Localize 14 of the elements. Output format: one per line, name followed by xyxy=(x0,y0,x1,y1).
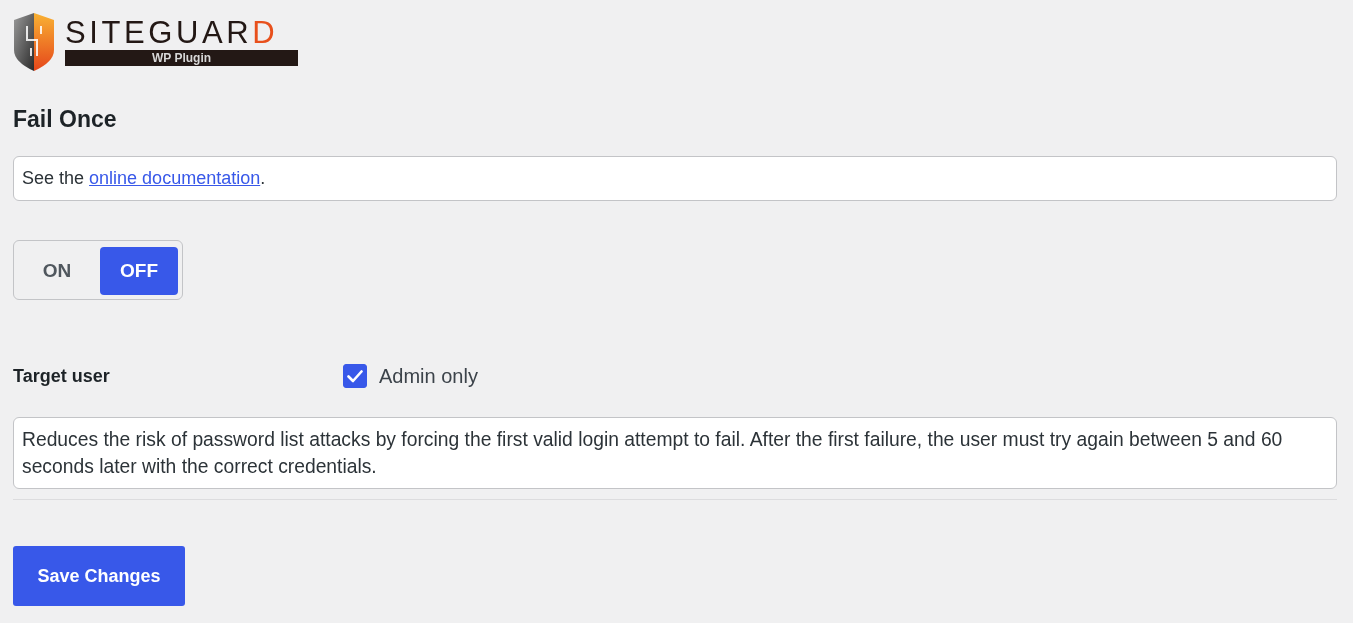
switch-option[interactable]: ON xyxy=(14,247,100,295)
shield-icon xyxy=(13,12,55,72)
field-label: Target user xyxy=(13,365,111,387)
checkbox-label[interactable]: Admin only xyxy=(379,364,478,388)
switch-option[interactable]: OFF xyxy=(100,247,178,295)
check-icon xyxy=(347,369,363,383)
checkbox[interactable] xyxy=(343,364,367,388)
logo-tagline: WP Plugin xyxy=(65,50,298,66)
description-note: Reduces the risk of password list attacks by forcing the first valid login attempt to fail. After the first failure, the user must try again between 5 and 60 seconds later with the correct credentials. xyxy=(13,417,1337,489)
page-title: Fail Once xyxy=(13,105,118,133)
brand-name: SITEGUARD xyxy=(65,18,280,48)
documentation-link[interactable]: online documentation xyxy=(89,168,261,188)
documentation-note: See the online documentation. xyxy=(13,156,1337,201)
save-button[interactable]: Save Changes xyxy=(13,546,185,606)
